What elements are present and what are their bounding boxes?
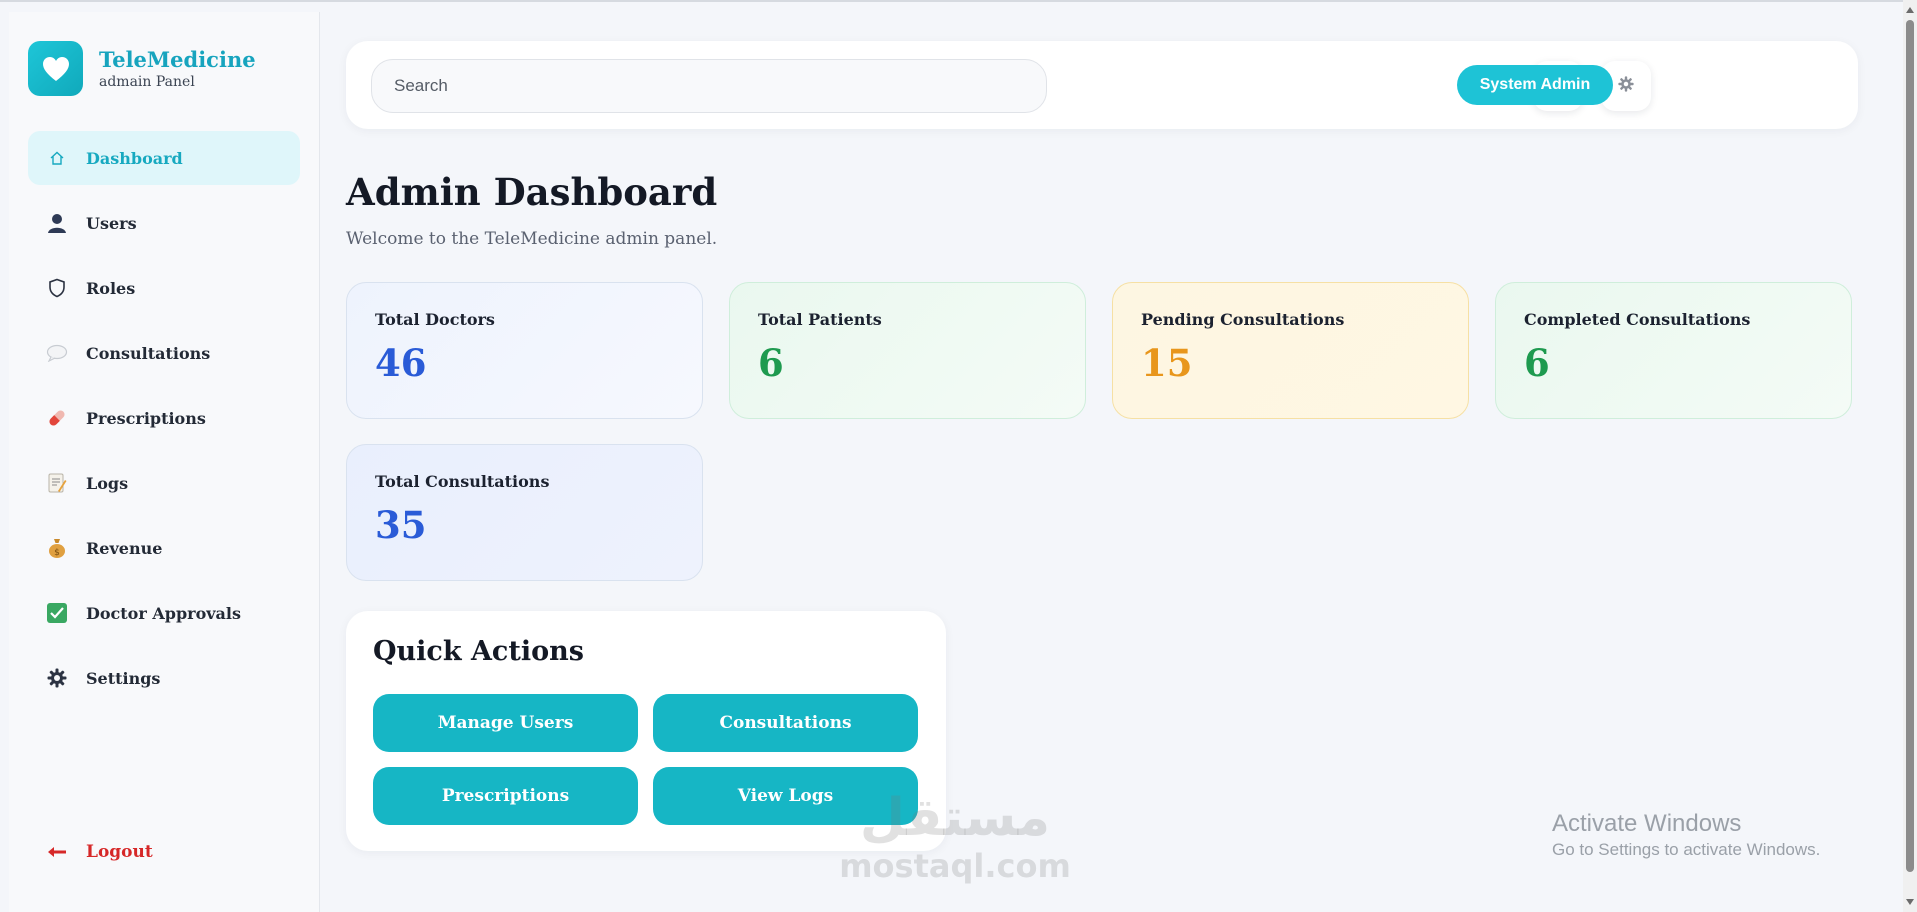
stat-label: Total Consultations (375, 472, 550, 491)
activate-windows-title: Activate Windows (1552, 810, 1742, 837)
sidebar-item-roles[interactable]: Roles (28, 261, 300, 315)
stat-value: 6 (1524, 341, 1550, 385)
main-content: System Admin Admin Dashboard Welcome to … (320, 12, 1895, 912)
stat-card-completed-consultations: Completed Consultations 6 (1495, 282, 1852, 419)
sidebar-item-logs[interactable]: Logs (28, 456, 300, 510)
sidebar-item-label: Users (86, 213, 137, 233)
search-input[interactable] (371, 59, 1047, 113)
stat-value: 15 (1141, 341, 1193, 385)
window-top-border (0, 0, 1917, 2)
user-icon (46, 212, 68, 234)
speech-bubble-icon (46, 342, 68, 364)
stat-label: Pending Consultations (1141, 310, 1345, 329)
activate-windows-hint: Go to Settings to activate Windows. (1552, 840, 1821, 859)
sidebar-item-users[interactable]: Users (28, 196, 300, 250)
sidebar-item-doctor-approvals[interactable]: Doctor Approvals (28, 586, 300, 640)
app-root: TeleMedicine admain Panel Dashboard User… (9, 12, 1895, 912)
vertical-scrollbar[interactable] (1903, 0, 1917, 912)
prescriptions-button[interactable]: Prescriptions (373, 767, 638, 825)
system-admin-button[interactable]: System Admin (1457, 65, 1613, 105)
sidebar-item-label: Dashboard (86, 148, 183, 168)
brand-name: TeleMedicine (99, 46, 256, 72)
brand-subtitle: admain Panel (99, 73, 195, 90)
scroll-up-arrow-icon[interactable] (1906, 7, 1914, 13)
sidebar-item-dashboard[interactable]: Dashboard (28, 131, 300, 185)
stat-card-total-doctors: Total Doctors 46 (346, 282, 703, 419)
shield-icon (46, 277, 68, 299)
check-box-icon (46, 602, 68, 624)
mostaql-watermark: مستقل mostaql.com (835, 788, 1075, 884)
stat-card-total-patients: Total Patients 6 (729, 282, 1086, 419)
pill-icon (46, 407, 68, 429)
sidebar-item-label: Revenue (86, 538, 163, 558)
sidebar-item-label: Logs (86, 473, 129, 493)
sidebar-item-label: Prescriptions (86, 408, 206, 428)
stat-label: Total Doctors (375, 310, 495, 329)
top-bar: System Admin (346, 41, 1858, 129)
brand-text: TeleMedicine admain Panel (99, 47, 256, 91)
activate-windows-overlay: Activate Windows Go to Settings to activ… (1552, 809, 1820, 861)
stat-label: Total Patients (758, 310, 882, 329)
quick-actions-title: Quick Actions (373, 636, 584, 667)
gear-icon (46, 667, 68, 689)
manage-users-button[interactable]: Manage Users (373, 694, 638, 752)
heart-logo-icon (28, 41, 83, 96)
gear-icon (1618, 76, 1634, 96)
page-title: Admin Dashboard (346, 170, 718, 214)
scrollbar-thumb[interactable] (1906, 20, 1914, 872)
sidebar-item-label: Consultations (86, 343, 211, 363)
sidebar-item-consultations[interactable]: Consultations (28, 326, 300, 380)
svg-text:$: $ (54, 548, 60, 558)
brand: TeleMedicine admain Panel (28, 41, 256, 96)
stat-value: 46 (375, 341, 427, 385)
money-bag-icon: $ (46, 537, 68, 559)
stat-label: Completed Consultations (1524, 310, 1751, 329)
sidebar-item-prescriptions[interactable]: Prescriptions (28, 391, 300, 445)
page-subtitle: Welcome to the TeleMedicine admin panel. (346, 229, 718, 249)
home-icon (46, 147, 68, 169)
arrow-left-icon (46, 841, 68, 863)
sidebar-nav: Dashboard Users Roles Consultations Pres… (28, 131, 300, 716)
sidebar-item-settings[interactable]: Settings (28, 651, 300, 705)
sidebar-item-revenue[interactable]: $ Revenue (28, 521, 300, 575)
logout-label: Logout (86, 842, 153, 862)
watermark-arabic: مستقل (859, 788, 1051, 848)
stat-card-total-consultations: Total Consultations 35 (346, 444, 703, 581)
watermark-latin: mostaql.com (839, 847, 1071, 885)
scroll-down-arrow-icon[interactable] (1906, 899, 1914, 905)
stat-value: 35 (375, 503, 427, 547)
memo-icon (46, 472, 68, 494)
stat-value: 6 (758, 341, 784, 385)
sidebar-item-label: Settings (86, 668, 161, 688)
logout-button[interactable]: Logout (28, 834, 153, 870)
sidebar-item-label: Roles (86, 278, 136, 298)
consultations-button[interactable]: Consultations (653, 694, 918, 752)
sidebar-item-label: Doctor Approvals (86, 603, 241, 623)
stat-card-pending-consultations: Pending Consultations 15 (1112, 282, 1469, 419)
sidebar: TeleMedicine admain Panel Dashboard User… (9, 12, 320, 912)
